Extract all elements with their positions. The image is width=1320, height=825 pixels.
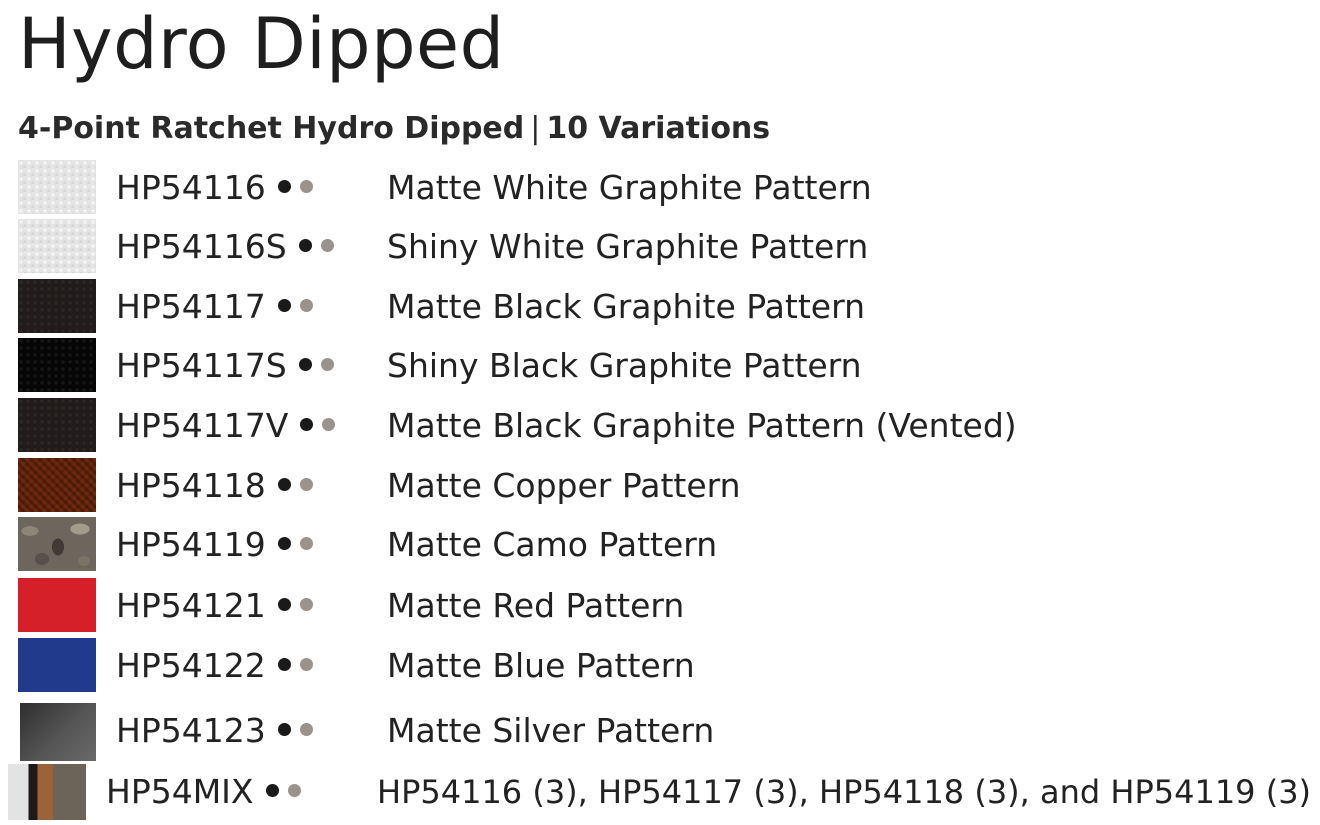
item-code-row: HP54117V bbox=[116, 398, 336, 454]
page-title: Hydro Dipped bbox=[18, 3, 505, 85]
dark-color-dot bbox=[298, 358, 312, 371]
item-code-row: HP54122 bbox=[116, 638, 313, 694]
item-code: HP54118 bbox=[116, 466, 266, 505]
item-code-row: HP54121 bbox=[116, 578, 313, 634]
grey-color-dot bbox=[299, 658, 313, 671]
item-code-row: HP54118 bbox=[116, 458, 313, 514]
grey-color-dot bbox=[299, 537, 313, 550]
grey-color-dot bbox=[299, 180, 313, 193]
item-code-row: HP54MIX bbox=[106, 764, 301, 820]
swatch-shiny-white bbox=[18, 219, 96, 273]
item-code: HP54117S bbox=[116, 346, 287, 385]
item-code-row: HP54123 bbox=[116, 703, 313, 759]
product-name: 4-Point Ratchet Hydro Dipped bbox=[18, 111, 525, 146]
item-description: Shiny Black Graphite Pattern bbox=[387, 346, 862, 385]
product-subtitle: 4-Point Ratchet Hydro Dipped | 10 Variatio… bbox=[18, 110, 770, 148]
dark-color-dot bbox=[277, 478, 291, 491]
dark-color-dot bbox=[298, 239, 312, 252]
subtitle-separator: | bbox=[530, 111, 541, 146]
item-code: HP54116S bbox=[116, 227, 287, 266]
list-item: HP54118 Matte Copper Pattern bbox=[0, 458, 1320, 514]
list-item: HP54117 Matte Black Graphite Pattern bbox=[0, 279, 1320, 335]
variation-count: 10 Variations bbox=[546, 111, 771, 146]
list-item: HP54MIX HP54116 (3), HP54117 (3), HP5411… bbox=[0, 764, 1320, 820]
dark-color-dot bbox=[300, 418, 314, 431]
dark-color-dot bbox=[277, 598, 291, 611]
list-item: HP54116 Matte White Graphite Pattern bbox=[0, 160, 1320, 216]
item-description: Matte White Graphite Pattern bbox=[387, 168, 872, 207]
swatch-matte-red bbox=[18, 578, 96, 632]
dark-color-dot bbox=[277, 180, 291, 193]
item-code: HP54MIX bbox=[106, 772, 254, 811]
item-description: Matte Copper Pattern bbox=[387, 466, 741, 505]
swatch-mix bbox=[8, 764, 86, 820]
swatch-matte-white bbox=[18, 160, 96, 214]
item-description: Matte Camo Pattern bbox=[387, 525, 718, 564]
list-item: HP54123 Matte Silver Pattern bbox=[0, 703, 1320, 761]
dark-color-dot bbox=[265, 784, 279, 797]
list-item: HP54117V Matte Black Graphite Pattern (V… bbox=[0, 398, 1320, 454]
swatch-matte-camo bbox=[18, 517, 96, 571]
dark-color-dot bbox=[277, 723, 291, 736]
grey-color-dot bbox=[299, 598, 313, 611]
list-item: HP54122 Matte Blue Pattern bbox=[0, 638, 1320, 694]
grey-color-dot bbox=[322, 418, 336, 431]
swatch-matte-black-vented bbox=[18, 398, 96, 452]
item-code-row: HP54116 bbox=[116, 160, 313, 216]
item-code-row: HP54116S bbox=[116, 219, 334, 275]
grey-color-dot bbox=[299, 299, 313, 312]
grey-color-dot bbox=[299, 478, 313, 491]
item-description: Matte Black Graphite Pattern (Vented) bbox=[387, 406, 1017, 445]
item-description: Matte Silver Pattern bbox=[387, 711, 715, 750]
item-description: Matte Red Pattern bbox=[387, 586, 685, 625]
item-code-row: HP54117S bbox=[116, 338, 334, 394]
item-code: HP54123 bbox=[116, 711, 266, 750]
dark-color-dot bbox=[277, 658, 291, 671]
item-code: HP54122 bbox=[116, 646, 266, 685]
swatch-matte-silver bbox=[20, 703, 96, 761]
item-code: HP54116 bbox=[116, 168, 266, 207]
item-code: HP54119 bbox=[116, 525, 266, 564]
item-code-row: HP54117 bbox=[116, 279, 313, 335]
swatch-matte-blue bbox=[18, 638, 96, 692]
grey-color-dot bbox=[320, 239, 334, 252]
grey-color-dot bbox=[320, 358, 334, 371]
item-description: HP54116 (3), HP54117 (3), HP54118 (3), a… bbox=[377, 773, 1312, 811]
item-code: HP54117 bbox=[116, 287, 266, 326]
swatch-matte-black bbox=[18, 279, 96, 333]
item-description: Matte Black Graphite Pattern bbox=[387, 287, 865, 326]
item-description: Matte Blue Pattern bbox=[387, 646, 695, 685]
item-code: HP54121 bbox=[116, 586, 266, 625]
list-item: HP54119 Matte Camo Pattern bbox=[0, 517, 1320, 573]
swatch-matte-copper bbox=[18, 458, 96, 512]
item-description: Shiny White Graphite Pattern bbox=[387, 227, 869, 266]
item-code-row: HP54119 bbox=[116, 517, 313, 573]
dark-color-dot bbox=[277, 299, 291, 312]
grey-color-dot bbox=[287, 784, 301, 797]
list-item: HP54121 Matte Red Pattern bbox=[0, 578, 1320, 634]
dark-color-dot bbox=[277, 537, 291, 550]
swatch-shiny-black bbox=[18, 338, 96, 392]
grey-color-dot bbox=[299, 723, 313, 736]
list-item: HP54116S Shiny White Graphite Pattern bbox=[0, 219, 1320, 275]
item-code: HP54117V bbox=[116, 406, 289, 445]
list-item: HP54117S Shiny Black Graphite Pattern bbox=[0, 338, 1320, 394]
